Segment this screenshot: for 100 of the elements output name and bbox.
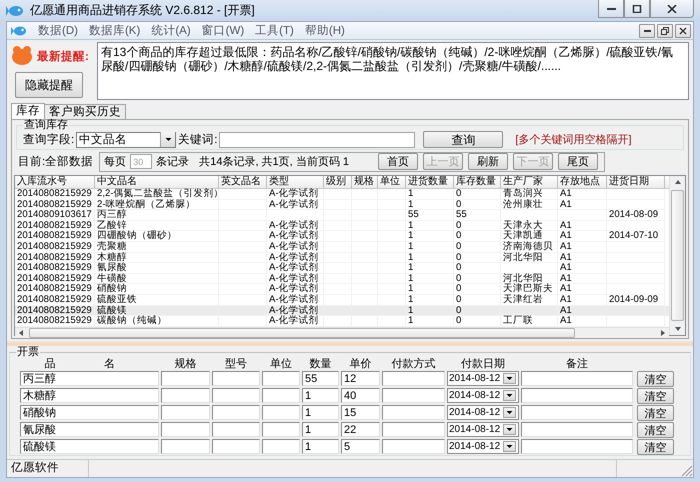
payment-field[interactable]: [382, 405, 445, 420]
name-field[interactable]: 硫酸镁: [20, 439, 159, 454]
spec-field[interactable]: [161, 439, 210, 454]
search-button[interactable]: 查询: [423, 131, 504, 148]
name-field[interactable]: 硝酸钠: [20, 405, 159, 420]
table-row[interactable]: 20140808215929 壳聚糖 A-化学试剂 1 0 济南海德贝 A1: [15, 242, 669, 253]
maximize-button[interactable]: [624, 0, 650, 18]
clear-button[interactable]: 清空: [637, 370, 674, 386]
minimize-button[interactable]: [639, 24, 655, 38]
model-field[interactable]: [212, 405, 260, 420]
unit-field[interactable]: [262, 422, 300, 437]
tab[interactable]: 库存: [11, 103, 45, 119]
table-cell: 0: [456, 294, 462, 305]
table-row[interactable]: 20140809103617 丙三醇 55 55 2014-08-09: [15, 210, 669, 221]
close-button[interactable]: [650, 0, 694, 18]
table-row[interactable]: 20140808215929 硫酸镁 A-化学试剂 1 0 A1: [15, 306, 669, 316]
table-row[interactable]: 20140808215929 氰尿酸 A-化学试剂 1 0 A1: [15, 263, 669, 274]
menu-item[interactable]: 数据(D): [38, 23, 78, 38]
name-field[interactable]: 氰尿酸: [20, 422, 159, 437]
remark-field[interactable]: [521, 405, 633, 420]
column-header[interactable]: 中文品名: [95, 176, 219, 188]
column-header[interactable]: 类型: [267, 176, 324, 188]
payment-field[interactable]: [382, 371, 445, 386]
table-row[interactable]: 20140808215929 硝酸钠 A-化学试剂 1 0 天津巴斯夫 A1: [15, 284, 669, 295]
price-field[interactable]: 15: [341, 405, 380, 420]
unit-field[interactable]: [262, 405, 300, 420]
keyword-field[interactable]: [219, 132, 416, 148]
table-row[interactable]: 20140808215929 2-咪唑烷酮（乙烯脲） A-化学试剂 1 0 沧州康壮 A1: [15, 200, 669, 210]
price-field[interactable]: 5: [341, 439, 380, 454]
date-picker[interactable]: 2014-08-12: [447, 388, 519, 403]
unit-field[interactable]: [262, 388, 300, 403]
restore-button[interactable]: [657, 24, 673, 38]
spec-field[interactable]: [161, 422, 210, 437]
tab[interactable]: 客户购买历史: [44, 104, 126, 119]
clear-button[interactable]: 清空: [637, 438, 674, 454]
column-header[interactable]: 存放地点: [558, 176, 607, 188]
clear-button[interactable]: 清空: [637, 404, 674, 420]
minimize-button[interactable]: [598, 0, 624, 18]
remark-field[interactable]: [521, 371, 633, 386]
date-picker[interactable]: 2014-08-12: [447, 405, 519, 420]
unit-field[interactable]: [262, 439, 300, 454]
payment-field[interactable]: [382, 422, 445, 437]
menu-item[interactable]: 窗口(W): [202, 23, 244, 38]
table-row[interactable]: 20140808215929 四硼酸钠（硼砂） A-化学试剂 1 0 天津凯通 A1 2014-07-10: [15, 231, 669, 242]
quantity-field[interactable]: 1: [302, 405, 339, 420]
quantity-field[interactable]: 1: [302, 422, 339, 437]
column-header[interactable]: 英文品名: [219, 176, 267, 188]
menu-item[interactable]: 工具(T): [255, 23, 294, 38]
table-cell: 55: [408, 209, 419, 220]
payment-field[interactable]: [382, 388, 445, 403]
quantity-field[interactable]: 1: [302, 388, 339, 403]
menu-item[interactable]: 帮助(H): [304, 23, 345, 38]
page-button[interactable]: 刷新: [468, 153, 508, 170]
page-button[interactable]: 首页: [378, 153, 418, 170]
spec-field[interactable]: [161, 371, 210, 386]
clear-button[interactable]: 清空: [637, 388, 674, 404]
field-dropdown[interactable]: 中文品名: [76, 132, 176, 148]
name-field[interactable]: 丙三醇: [20, 371, 159, 386]
remark-field[interactable]: [521, 422, 633, 437]
table-row[interactable]: 20140808215929 2,2-偶氮二盐酸盐（引发剂） A-化学试剂 1 0 青岛润兴 A1: [15, 189, 669, 200]
vertical-scrollbar[interactable]: [669, 176, 685, 335]
hide-alert-button[interactable]: 隐藏提醒: [15, 72, 83, 98]
table-row[interactable]: 20140808215929 乙酸锌 A-化学试剂 1 0 天津永大 A1: [15, 220, 669, 232]
column-header[interactable]: 单位: [378, 176, 406, 188]
column-header[interactable]: 生产厂家: [501, 176, 558, 188]
close-button[interactable]: [675, 24, 691, 38]
column-header[interactable]: 级别: [324, 176, 352, 188]
table-row[interactable]: 20140808215929 木糖醇 A-化学试剂 1 0 河北华阳 A1: [15, 252, 669, 264]
column-header[interactable]: 规格: [352, 176, 378, 188]
remark-field[interactable]: [521, 439, 633, 454]
table-row[interactable]: 20140808215929 牛磺酸 A-化学试剂 1 0 河北华阳 A1: [15, 274, 669, 284]
model-field[interactable]: [212, 388, 260, 403]
column-header[interactable]: 入库流水号: [15, 176, 95, 188]
date-picker[interactable]: 2014-08-12: [447, 422, 519, 437]
spec-field[interactable]: [161, 405, 210, 420]
table-cell: 硫酸镁: [97, 304, 127, 316]
remark-field[interactable]: [521, 388, 633, 403]
quantity-field[interactable]: 55: [302, 371, 339, 386]
table-cell: 20140808215929: [17, 188, 92, 199]
column-header[interactable]: 进货日期: [607, 176, 665, 188]
price-field[interactable]: 12: [341, 371, 380, 386]
quantity-field[interactable]: 1: [302, 439, 339, 454]
column-header[interactable]: 进货数量: [406, 176, 454, 188]
price-field[interactable]: 22: [341, 422, 380, 437]
model-field[interactable]: [212, 371, 260, 386]
price-field[interactable]: 40: [341, 388, 380, 403]
date-picker[interactable]: 2014-08-12: [447, 371, 519, 386]
clear-button[interactable]: 清空: [637, 422, 674, 438]
unit-field[interactable]: [262, 371, 300, 386]
model-field[interactable]: [212, 422, 260, 437]
payment-field[interactable]: [382, 439, 445, 454]
date-picker[interactable]: 2014-08-12: [447, 439, 519, 454]
model-field[interactable]: [212, 439, 260, 454]
spec-field[interactable]: [161, 388, 210, 403]
column-header[interactable]: 库存数量: [454, 176, 501, 188]
menu-item[interactable]: 数据库(K): [88, 23, 140, 38]
page-button[interactable]: 尾页: [558, 153, 598, 170]
horizontal-scrollbar[interactable]: [15, 326, 669, 338]
menu-item[interactable]: 统计(A): [151, 23, 191, 38]
name-field[interactable]: 木糖醇: [20, 388, 159, 403]
